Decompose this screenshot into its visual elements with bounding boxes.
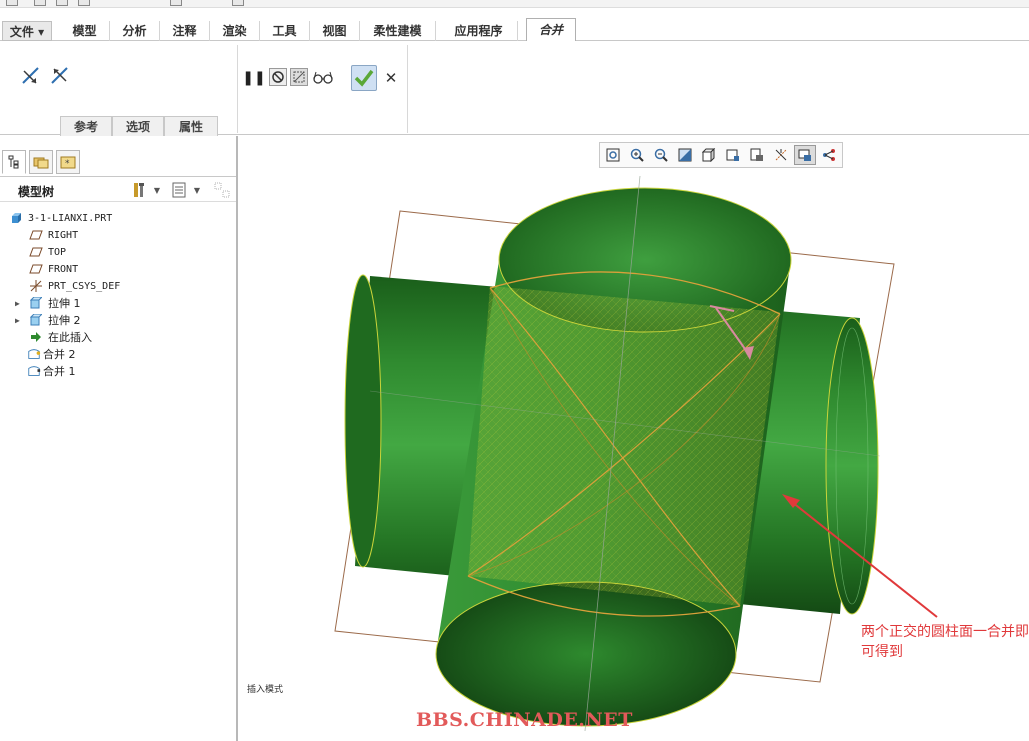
- tree-item-label: PRT_CSYS_DEF: [48, 280, 121, 292]
- tab-applications[interactable]: 应用程序: [440, 21, 518, 41]
- tree-item-extrude-1[interactable]: ▶ 拉伸 1: [15, 295, 81, 311]
- datum-plane-icon: [29, 229, 43, 241]
- tree-item-front[interactable]: FRONT: [29, 261, 78, 277]
- tab-merge[interactable]: 合并: [526, 18, 576, 41]
- subtab-options[interactable]: 选项: [112, 116, 164, 136]
- ribbon-divider-2: [407, 45, 408, 133]
- window-icon[interactable]: [232, 0, 244, 6]
- chevron-down-icon[interactable]: ▼: [192, 183, 202, 197]
- status-text: 插入模式: [247, 685, 284, 695]
- svg-text:*: *: [65, 159, 70, 169]
- tree-item-merge-2[interactable]: 合并 2: [27, 346, 76, 362]
- tree-show-icon[interactable]: [170, 181, 188, 199]
- tree-item-label: RIGHT: [48, 229, 79, 241]
- merge-icon: [27, 348, 41, 360]
- merge-surface-preview: [467, 271, 781, 617]
- tree-item-right[interactable]: RIGHT: [29, 227, 78, 243]
- no-preview-icon[interactable]: [269, 68, 287, 86]
- datum-plane-icon: [29, 246, 43, 258]
- regenerate-icon[interactable]: [170, 0, 182, 6]
- insert-arrow-icon: [29, 331, 43, 343]
- favorites-tab[interactable]: *: [56, 150, 80, 174]
- expand-arrow-icon[interactable]: ▶: [15, 316, 20, 325]
- tab-annotate[interactable]: 注释: [160, 21, 210, 41]
- new-icon[interactable]: [34, 0, 46, 6]
- tab-view[interactable]: 视图: [310, 21, 360, 41]
- tree-item-label: 3-1-LIANXI.PRT: [28, 212, 113, 224]
- model-tree-header: 模型树 ▼ ▼: [0, 176, 236, 202]
- pause-icon[interactable]: ❚❚: [242, 69, 265, 87]
- csys-icon: [29, 280, 43, 292]
- app-icon: [6, 0, 18, 6]
- model-tree-panel: * 模型树 ▼ ▼ 3-1-LIANXI.PRT RIGHT TOP FRONT…: [0, 136, 238, 741]
- subtab-properties[interactable]: 属性: [164, 116, 218, 136]
- tree-item-top[interactable]: TOP: [29, 244, 66, 260]
- tree-filter-icon[interactable]: [212, 181, 232, 199]
- merge-ref1-icon[interactable]: [20, 65, 42, 87]
- title-bar: [0, 0, 1029, 8]
- tree-item-part[interactable]: 3-1-LIANXI.PRT: [9, 210, 112, 226]
- subtab-references[interactable]: 参考: [60, 116, 112, 136]
- annotation-text: 两个正交的圆柱面一合并即可得到: [861, 624, 1029, 660]
- tab-model[interactable]: 模型: [60, 21, 110, 41]
- merge-icon: [27, 365, 41, 377]
- tree-item-label: 在此插入: [48, 331, 92, 344]
- tab-analysis[interactable]: 分析: [110, 21, 160, 41]
- confirm-button[interactable]: [351, 65, 377, 91]
- tab-file[interactable]: 文件 ▾: [2, 21, 52, 41]
- ribbon-panel: 参考 选项 属性 ❚❚ ✕: [0, 41, 1029, 136]
- model-tree-title: 模型树: [18, 185, 55, 199]
- tree-settings-icon[interactable]: [130, 181, 152, 199]
- datum-plane-icon: [29, 263, 43, 275]
- watermark: BBS.CHINADE.NET: [416, 709, 633, 731]
- model-tree-tab[interactable]: [2, 150, 26, 174]
- chevron-down-icon[interactable]: ▼: [152, 183, 162, 197]
- tree-item-csys[interactable]: PRT_CSYS_DEF: [29, 278, 120, 294]
- tree-item-insert-here[interactable]: 在此插入: [29, 329, 92, 345]
- extrude-icon: [29, 314, 43, 326]
- tree-item-label: 拉伸 1: [48, 297, 81, 310]
- ribbon-divider: [237, 45, 238, 133]
- extrude-icon: [29, 297, 43, 309]
- ribbon-tabs: 文件 ▾ 模型 分析 注释 渲染 工具 视图 柔性建模 应用程序 合并: [0, 18, 1029, 41]
- merge-ref2-icon[interactable]: [49, 65, 71, 87]
- tree-item-label: 合并 2: [43, 348, 76, 361]
- expand-arrow-icon[interactable]: ▶: [15, 299, 20, 308]
- tree-item-label: 拉伸 2: [48, 314, 81, 327]
- tab-flexible-modeling[interactable]: 柔性建模: [360, 21, 436, 41]
- preview-geometry-icon[interactable]: [290, 68, 308, 86]
- tab-tools[interactable]: 工具: [260, 21, 310, 41]
- tree-item-label: FRONT: [48, 263, 79, 275]
- tab-render[interactable]: 渲染: [210, 21, 260, 41]
- tree-item-extrude-2[interactable]: ▶ 拉伸 2: [15, 312, 81, 328]
- cancel-button[interactable]: ✕: [383, 69, 399, 87]
- part-icon: [9, 212, 23, 224]
- save-icon[interactable]: [78, 0, 90, 6]
- tree-item-label: TOP: [48, 246, 67, 258]
- graphics-window[interactable]: 插入模式 两个正交的圆柱面一合并即可得到 BBS.CHINADE.NET: [240, 136, 1029, 741]
- folder-browser-tab[interactable]: [29, 150, 53, 174]
- open-icon[interactable]: [56, 0, 68, 6]
- verify-glasses-icon[interactable]: [313, 69, 333, 85]
- tab-file-label: 文件: [9, 25, 34, 39]
- tree-item-merge-1[interactable]: 合并 1: [27, 363, 76, 379]
- tree-item-label: 合并 1: [43, 365, 76, 378]
